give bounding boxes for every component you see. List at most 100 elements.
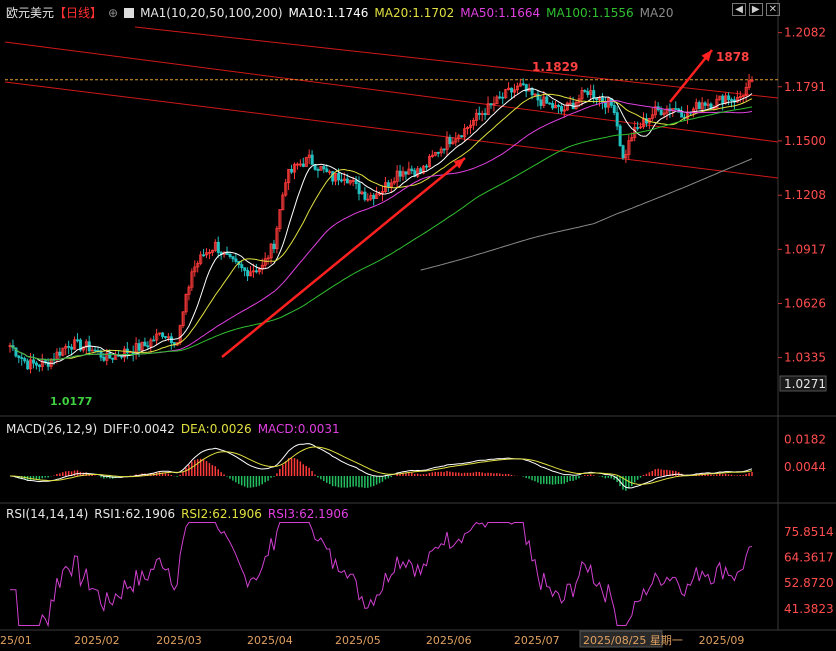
candlestick-chart[interactable]: 1.1829 1878 1.0177 1.2082 1.1791 1.1500 1.1208… (0, 0, 836, 651)
x-tick-label: 2025/03 (156, 634, 202, 647)
rsi1-value: RSI1:62.1906 (94, 507, 176, 521)
macd-tick-label: 0.0182 (784, 433, 826, 447)
candle-body (557, 104, 561, 107)
candle-body (337, 173, 341, 181)
candle-body (727, 95, 731, 101)
period-label[interactable]: 【日线】 (54, 6, 102, 20)
candle-body (243, 267, 247, 271)
symbol-title: 欧元美元 (6, 6, 55, 20)
candle-body (592, 90, 596, 99)
main-chart-header: 欧元美元【日线】 ⊕ MA1(10,20,50,100,200) MA10:1.174… (6, 6, 680, 20)
rsi-tick-label: 64.3617 (784, 551, 834, 565)
candle-body (425, 165, 429, 168)
candle-body (34, 362, 38, 366)
candle-body (730, 99, 734, 102)
rsi-tick-label: 75.8514 (784, 525, 834, 539)
candle-body (483, 113, 487, 116)
ma200-value: MA20 (639, 6, 674, 20)
recent-high-annotation: 1878 (716, 50, 749, 64)
rsi-tick-label: 41.3823 (784, 602, 834, 616)
settings-gear-icon[interactable]: ⊕ (108, 6, 118, 20)
candle-body (548, 102, 552, 105)
candle-body (659, 109, 663, 115)
crosshair-date-label: 2025/08/25 星期一 (583, 634, 683, 647)
candle-body (152, 339, 156, 342)
candle-body (680, 111, 684, 118)
next-arrow-icon[interactable]: ▶ (748, 3, 763, 16)
trend-arrow (221, 157, 466, 358)
candle-body (583, 90, 587, 92)
candle-body (615, 112, 619, 127)
candle-body (111, 357, 115, 360)
ma200-line (420, 158, 753, 271)
price-tick-label: 1.0335 (784, 351, 826, 365)
candle-body (322, 166, 326, 170)
high-annotation: 1.1829 (532, 60, 578, 74)
prev-arrow-icon[interactable]: ◀ (732, 3, 746, 16)
candle-body (316, 169, 320, 171)
candle-body (357, 183, 361, 195)
trend-channel-line (4, 81, 779, 179)
x-tick-label: 2025/06 (426, 634, 472, 647)
candle-body (20, 357, 24, 360)
candle-body (240, 264, 244, 269)
candle-body (460, 135, 464, 138)
close-icon[interactable]: ✕ (765, 3, 780, 16)
candle-body (586, 91, 590, 95)
candle-body (161, 332, 165, 337)
candles-group (8, 73, 754, 374)
macd-header: MACD(26,12,9) DIFF:0.0042 DEA:0.0026 MACD:0… (6, 422, 346, 436)
price-tick-label: 1.0917 (784, 242, 826, 256)
x-tick-label: 2025/04 (247, 634, 293, 647)
macd-histogram (12, 458, 753, 491)
rsi-line (10, 521, 753, 628)
ma50-line (9, 100, 753, 361)
candle-body (325, 168, 329, 173)
candle-body (674, 108, 678, 110)
rsi-tick-label: 52.8720 (784, 576, 834, 590)
macd-label[interactable]: MACD(26,12,9) (6, 422, 97, 436)
ma-indicator-label[interactable]: MA1(10,20,50,100,200) (140, 6, 282, 20)
candle-body (331, 171, 335, 182)
price-tick-label: 1.1208 (784, 188, 826, 202)
candle-body (228, 254, 232, 257)
candle-body (234, 258, 238, 262)
candle-body (26, 360, 30, 370)
candle-body (477, 112, 481, 115)
price-tick-label: 1.0626 (784, 296, 826, 310)
macd-dea-line (10, 446, 753, 485)
candle-body (612, 104, 616, 114)
rsi-label[interactable]: RSI(14,14,14) (6, 507, 88, 521)
candle-body (354, 180, 358, 184)
candle-body (501, 96, 505, 99)
candle-body (340, 179, 344, 182)
candle-body (290, 168, 294, 173)
price-tick-label: 1.1500 (784, 134, 826, 148)
x-tick-label: 2025/05 (335, 634, 381, 647)
candle-body (448, 137, 452, 145)
candle-body (301, 163, 305, 167)
candle-body (636, 127, 640, 129)
candle-body (102, 356, 106, 361)
candle-body (37, 364, 41, 367)
candle-body (489, 103, 493, 106)
candle-body (703, 102, 707, 106)
candle-body (231, 256, 235, 260)
ma-indicator-chip-icon[interactable] (124, 8, 135, 18)
macd-diff-line (9, 443, 753, 489)
candle-body (93, 349, 97, 352)
candle-body (539, 99, 543, 106)
candle-body (521, 83, 525, 86)
candle-body (310, 154, 314, 165)
ma20-value: MA20:1.1702 (374, 6, 455, 20)
macd-dea-value: DEA:0.0026 (180, 422, 252, 436)
low-annotation: 1.0177 (50, 395, 92, 408)
candle-body (202, 254, 206, 257)
candle-body (398, 170, 402, 177)
candle-body (363, 191, 367, 200)
rsi-header: RSI(14,14,14) RSI1:62.1906 RSI2:62.1906 RSI… (6, 507, 355, 521)
ma100-value: MA100:1.1556 (546, 6, 634, 20)
candle-body (58, 351, 62, 356)
candle-body (120, 355, 124, 358)
candle-body (17, 355, 21, 359)
